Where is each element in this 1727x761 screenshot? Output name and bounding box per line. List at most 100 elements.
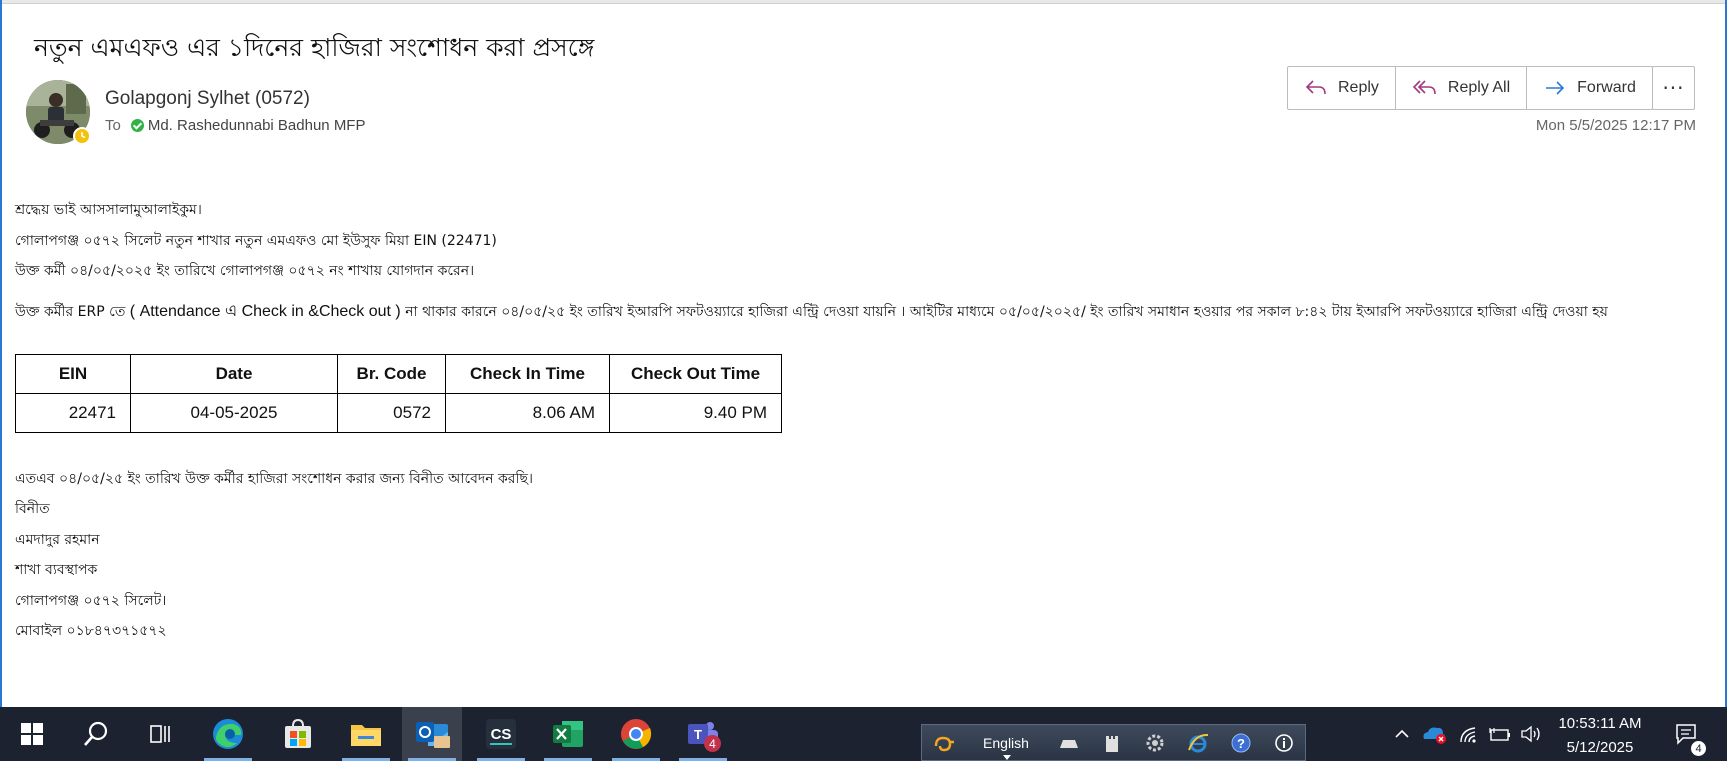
start-button[interactable]: [2, 707, 62, 761]
task-view-icon: [150, 725, 170, 743]
request-line: এতএব ০৪/০৫/২৫ ইং তারিখ উক্ত কর্মীর হাজির…: [15, 471, 534, 487]
top-strip: [2, 0, 1725, 4]
speaker-icon: [1521, 725, 1540, 743]
paragraph-part-a: উক্ত কর্মীর ERP তে: [15, 304, 126, 320]
table-header: Date: [130, 354, 338, 394]
settings-button[interactable]: [1133, 725, 1176, 760]
chrome-button[interactable]: [606, 707, 666, 761]
signature-mobile: মোবাইল ০১৮৪৭৩৭১৫৭২: [15, 623, 167, 639]
table-header: Br. Code: [337, 354, 446, 394]
recipient[interactable]: Md. Rashedunnabi Badhun MFP: [130, 117, 366, 134]
table-cell: 8.06 AM: [445, 393, 610, 433]
gear-icon: [1146, 734, 1163, 751]
onedrive-button[interactable]: [1418, 707, 1450, 761]
outlook-icon: [416, 722, 450, 748]
cs-app-button[interactable]: CS: [471, 707, 531, 761]
svg-text:T: T: [694, 727, 702, 742]
sent-date: Mon 5/5/2025 12:17 PM: [1535, 117, 1696, 134]
excel-button[interactable]: [538, 707, 598, 761]
reply-all-button[interactable]: Reply All: [1396, 67, 1528, 109]
to-label: To: [105, 117, 121, 134]
show-hidden-icons-button[interactable]: [1389, 707, 1415, 761]
edge-icon: [213, 719, 243, 749]
reply-all-icon: [1412, 80, 1436, 95]
outlook-button[interactable]: [402, 707, 462, 761]
cs-app-icon: CS: [486, 719, 516, 749]
reply-button[interactable]: Reply: [1288, 67, 1396, 109]
body-paragraph: উক্ত কর্মীর ERP তে ( Attendance এ Check …: [15, 296, 1695, 328]
help-icon: ?: [1231, 733, 1250, 752]
notification-count-badge: 4: [1691, 741, 1706, 756]
more-actions-button[interactable]: ···: [1652, 66, 1695, 110]
greeting: শ্রদ্ধেয় ভাই আসসালামুআলাইকুম।: [15, 202, 202, 218]
table-cell: 9.40 PM: [609, 393, 782, 433]
search-button[interactable]: [66, 707, 126, 761]
info-icon: [1274, 733, 1293, 752]
about-button[interactable]: [1262, 725, 1305, 760]
keyboard-layout-button[interactable]: [1047, 725, 1090, 760]
language-bar: English ?: [921, 724, 1306, 761]
chrome-icon: [621, 719, 652, 749]
battery-charging-icon: [1489, 728, 1510, 741]
avro-icon: [934, 736, 954, 751]
layout-viewer-button[interactable]: [1090, 725, 1133, 760]
svg-text:?: ?: [1237, 736, 1245, 751]
table-row: 22471 04-05-2025 0572 8.06 AM 9.40 PM: [15, 393, 782, 433]
volume-button[interactable]: [1517, 707, 1545, 761]
table-header: Check In Time: [445, 354, 610, 394]
castle-icon: [1105, 735, 1118, 752]
table-header-row: EIN Date Br. Code Check In Time Check Ou…: [15, 354, 782, 394]
excel-icon: [553, 721, 583, 747]
system-clock[interactable]: 10:53:11 AM 5/12/2025: [1545, 712, 1655, 760]
paragraph-part-b: ( Attendance এ Check in &Check out ): [125, 303, 406, 320]
chevron-up-icon: [1395, 729, 1409, 738]
body-line-1: গোলাপগঞ্জ ০৫৭২ সিলেট নতুন শাখার নতুন এমএ…: [15, 233, 497, 249]
file-explorer-button[interactable]: [336, 707, 396, 761]
presence-away-icon: [73, 127, 91, 145]
web-button[interactable]: [1176, 725, 1219, 760]
forward-icon: [1546, 81, 1565, 95]
signature-branch: গোলাপগঞ্জ ০৫৭২ সিলেট।: [15, 593, 167, 609]
clock-date: 5/12/2025: [1566, 739, 1634, 756]
table-header: EIN: [15, 354, 131, 394]
table-header: Check Out Time: [609, 354, 782, 394]
recipient-name: Md. Rashedunnabi Badhun MFP: [147, 117, 366, 134]
help-button[interactable]: ?: [1219, 725, 1262, 760]
keyboard-icon: [1059, 739, 1078, 748]
forward-label: Forward: [1577, 79, 1636, 96]
language-selector[interactable]: English: [965, 735, 1047, 760]
search-icon: [84, 721, 108, 746]
network-button[interactable]: [1455, 707, 1483, 761]
closing: বিনীত: [15, 501, 50, 517]
store-button[interactable]: [268, 707, 328, 761]
available-status-icon: [130, 119, 144, 132]
table-cell: 0572: [337, 393, 446, 433]
table-cell: 22471: [15, 393, 131, 433]
paragraph-part-c: না থাকার কারনে ০৪/০৫/২৫ ইং তারিখ ইআরপি স…: [405, 304, 1608, 320]
message-actions: Reply Reply All Forward: [1287, 66, 1653, 110]
forward-button[interactable]: Forward: [1527, 67, 1652, 109]
bangla-input-button[interactable]: [922, 725, 965, 760]
windows-icon: [21, 723, 43, 745]
svg-text:CS: CS: [491, 726, 512, 743]
onedrive-error-icon: [1423, 727, 1446, 744]
task-view-button[interactable]: [130, 707, 190, 761]
email-subject: নতুন এমএফও এর ১দিনের হাজিরা সংশোধন করা প…: [34, 33, 595, 62]
sender-name[interactable]: Golapgonj Sylhet (0572): [105, 88, 310, 110]
folder-icon: [351, 725, 381, 746]
reply-icon: [1305, 80, 1326, 95]
wifi-icon: [1460, 727, 1476, 743]
body-line-2: উক্ত কর্মী ০৪/০৫/২০২৫ ইং তারিখে গোলাপগঞ্…: [15, 263, 475, 279]
reply-all-label: Reply All: [1447, 79, 1511, 96]
reply-label: Reply: [1338, 79, 1379, 96]
edge-button[interactable]: [198, 707, 258, 761]
table-cell: 04-05-2025: [130, 393, 338, 433]
internet-explorer-icon: [1187, 733, 1208, 752]
signature-name: এমদাদুর রহমান: [15, 532, 100, 548]
recipient-line: To Md. Rashedunnabi Badhun MFP: [105, 117, 365, 134]
battery-button[interactable]: [1486, 707, 1514, 761]
attendance-table: EIN Date Br. Code Check In Time Check Ou…: [15, 354, 782, 433]
teams-notification-badge: 4: [704, 735, 721, 752]
teams-button[interactable]: T: [673, 707, 733, 761]
store-icon: [285, 718, 311, 748]
